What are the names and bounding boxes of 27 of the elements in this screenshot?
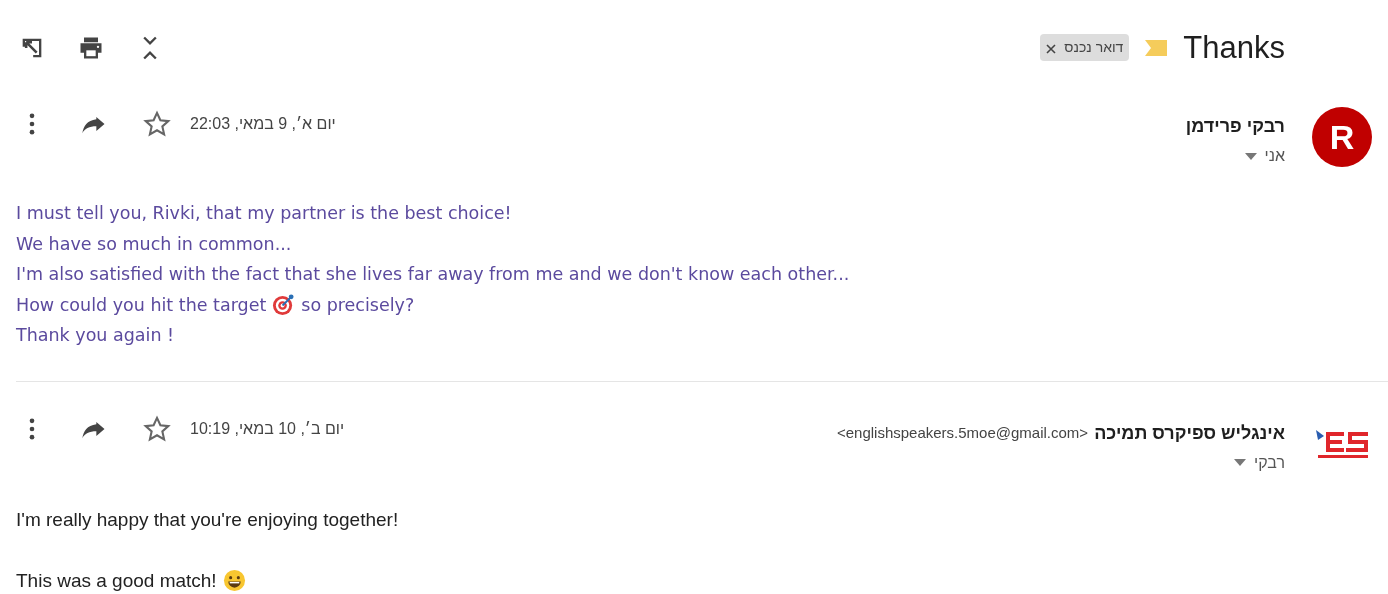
body-text: This was a good match! <box>16 568 217 593</box>
subject-title: Thanks <box>1183 32 1285 63</box>
body-text: I'm also satisfied with the fact that she lives far away from me and we don't know each other... <box>16 263 850 286</box>
sender-email: <englishspeakers.5moe@gmail.com> <box>836 422 1089 443</box>
star-button[interactable] <box>143 414 171 443</box>
star-button[interactable] <box>143 110 171 138</box>
body-text: How could you hit the target <box>16 293 267 317</box>
message-date: יום א׳, 9 במאי, 22:03 <box>190 114 336 134</box>
body-text: Thank you again ! <box>16 324 175 347</box>
more-icon[interactable] <box>29 113 35 135</box>
caret-icon[interactable] <box>1234 459 1247 468</box>
body-text: I must tell you, Rivki, that my partner is the best choice! <box>16 202 512 225</box>
sender-name: רבקי פרידמן <box>1185 115 1285 138</box>
smiley-icon <box>222 569 246 593</box>
recipient: אני <box>1264 146 1285 166</box>
caret-icon[interactable] <box>1244 152 1257 161</box>
avatar: R <box>1312 107 1372 167</box>
importance-marker-icon[interactable] <box>1143 37 1170 58</box>
label-text: דואר נכנס <box>1064 38 1124 57</box>
body-text: We have so much in common... <box>16 232 292 256</box>
body-text: so precisely? <box>301 293 415 317</box>
recipient: רבקי <box>1254 452 1285 473</box>
target-icon <box>272 293 296 317</box>
sender-name: אינגליש ספיקרס תמיכה <box>1094 421 1285 445</box>
message-date: יום ב׳, 10 במאי, 10:19 <box>190 418 345 439</box>
body-text: I'm really happy that you're enjoying together! <box>16 507 399 532</box>
more-icon[interactable] <box>29 418 35 439</box>
